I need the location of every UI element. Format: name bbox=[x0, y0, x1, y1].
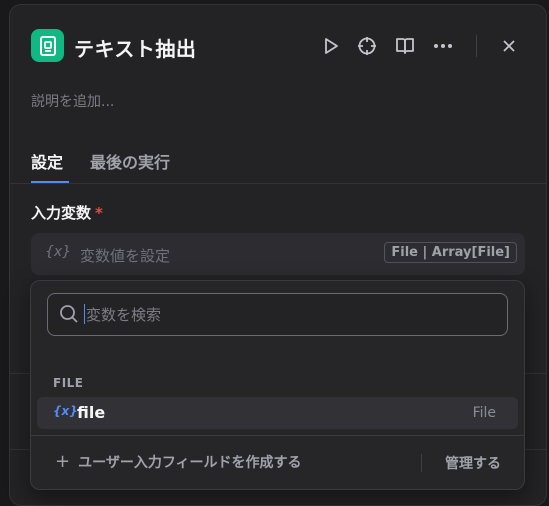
plus-icon: + bbox=[55, 451, 71, 472]
tab-last-run[interactable]: 最後の実行 bbox=[90, 149, 170, 173]
required-mark: * bbox=[95, 204, 103, 222]
header-separator bbox=[476, 35, 477, 57]
variable-search-box[interactable] bbox=[47, 293, 508, 336]
more-icon[interactable] bbox=[432, 35, 454, 57]
variable-type: File bbox=[472, 405, 496, 421]
variable-selector[interactable]: {x} 変数値を設定 File | Array[File] bbox=[31, 233, 525, 275]
input-variable-label-text: 入力変数 bbox=[31, 204, 92, 222]
tabs-divider bbox=[10, 183, 546, 184]
description-field[interactable]: 説明を追加... bbox=[31, 91, 114, 111]
variable-name: file bbox=[77, 403, 106, 422]
variable-picker-dropdown: FILE {x} file File + ユーザー入力フィールドを作成する 管理… bbox=[30, 280, 525, 490]
manage-button[interactable]: 管理する bbox=[445, 453, 501, 473]
tab-settings[interactable]: 設定 bbox=[31, 149, 63, 173]
close-icon[interactable] bbox=[498, 35, 520, 57]
text-caret bbox=[84, 304, 85, 324]
document-extractor-icon bbox=[31, 29, 64, 62]
book-icon[interactable] bbox=[394, 35, 416, 57]
type-badge: File | Array[File] bbox=[384, 242, 517, 263]
footer-separator bbox=[421, 454, 422, 472]
variable-icon: {x} bbox=[53, 404, 78, 418]
run-icon[interactable] bbox=[320, 35, 342, 57]
create-user-input-field-button[interactable]: + ユーザー入力フィールドを作成する bbox=[55, 451, 302, 472]
crosshair-icon[interactable] bbox=[356, 35, 378, 57]
variable-search-input[interactable] bbox=[84, 294, 498, 335]
create-label: ユーザー入力フィールドを作成する bbox=[78, 454, 302, 471]
search-icon bbox=[59, 304, 79, 324]
dropdown-divider bbox=[31, 435, 524, 436]
variable-placeholder: 変数値を設定 bbox=[80, 247, 171, 265]
group-label-file: FILE bbox=[53, 376, 84, 390]
variable-option-file[interactable]: {x} file File bbox=[37, 397, 518, 429]
input-variable-label: 入力変数 * bbox=[31, 202, 103, 223]
variable-icon: {x} bbox=[45, 244, 72, 260]
node-title[interactable]: テキスト抽出 bbox=[74, 33, 196, 62]
